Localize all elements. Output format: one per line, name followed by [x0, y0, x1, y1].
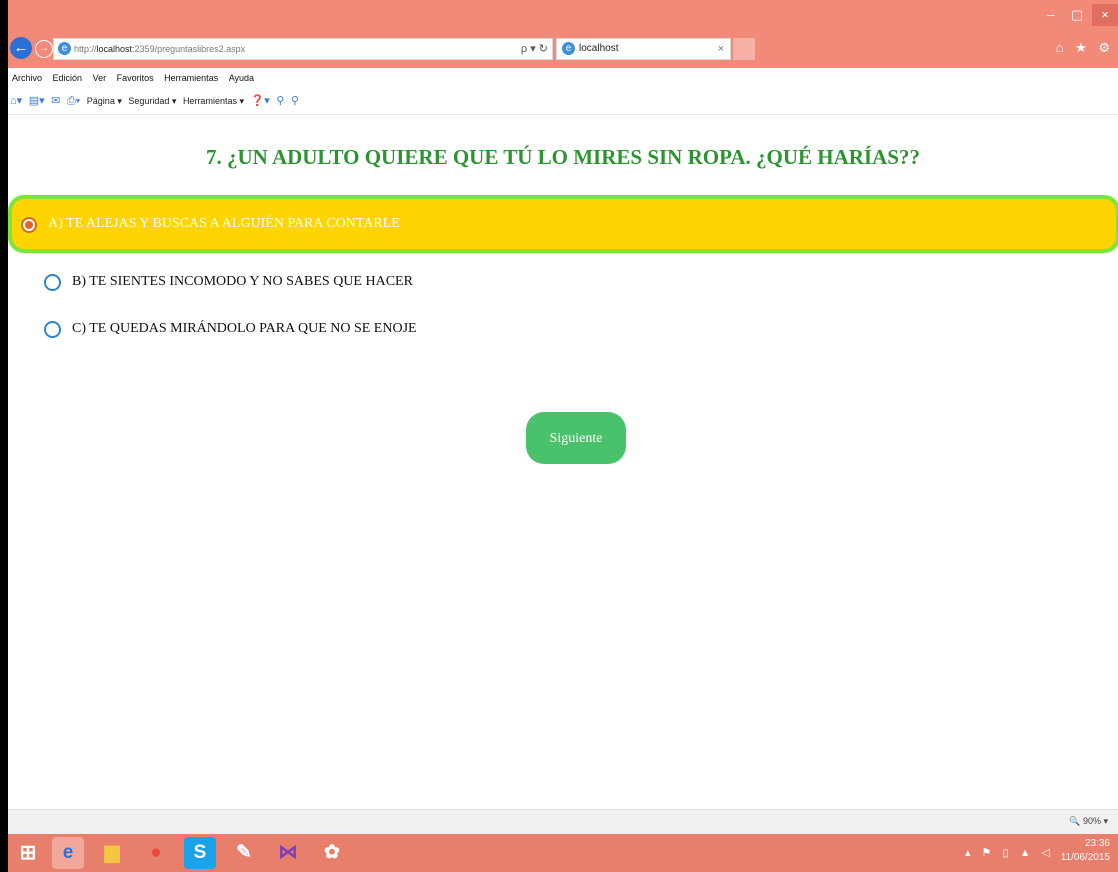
research-icon[interactable]: ⚲	[276, 88, 284, 114]
taskbar: ⊞ e ▆ ● S ✎ ⋈ ✿ ▴ ⚑ ▯ ▲ ◁ 23:36 11/06/20…	[8, 834, 1118, 872]
herramientas-menu[interactable]: Herramientas ▾	[183, 88, 244, 114]
status-bar: 🔍 90% ▾	[8, 809, 1118, 834]
command-bar: ⌂▾ ▤▾ ✉ ⎙▾ Página ▾ Seguridad ▾ Herramie…	[8, 88, 1118, 115]
back-arrow-icon[interactable]: ←	[10, 37, 32, 59]
paint-icon[interactable]: ✿	[316, 837, 348, 869]
visual-studio-icon[interactable]: ⋈	[272, 837, 304, 869]
menu-ver[interactable]: Ver	[93, 68, 107, 88]
next-button[interactable]: Siguiente	[526, 412, 626, 464]
mail-icon[interactable]: ✉	[51, 88, 60, 114]
title-bar: – ▢ × ← → e http://localhost:2359/pregun…	[8, 0, 1118, 68]
chrome-icon[interactable]: ●	[140, 837, 172, 869]
clock[interactable]: 23:36 11/06/2015	[1061, 837, 1110, 865]
address-prefix: http://	[74, 44, 97, 54]
new-tab-button[interactable]	[733, 38, 755, 60]
radio-icon[interactable]	[44, 321, 61, 338]
feeds-icon[interactable]: ▤▾	[29, 88, 45, 114]
file-explorer-icon[interactable]: ▆	[96, 837, 128, 869]
home-icon[interactable]: ⌂▾	[10, 88, 22, 114]
option-label[interactable]: C) TE QUEDAS MIRÁNDOLO PARA QUE NO SE EN…	[72, 321, 417, 337]
browser-window: – ▢ × ← → e http://localhost:2359/pregun…	[8, 0, 1118, 872]
option-label[interactable]: B) TE SIENTES INCOMODO Y NO SABES QUE HA…	[72, 274, 413, 290]
tool-icon[interactable]: ✎	[228, 837, 260, 869]
print-icon[interactable]: ⎙▾	[67, 88, 80, 114]
forward-arrow-icon[interactable]: →	[35, 40, 53, 58]
clock-date: 11/06/2015	[1060, 852, 1110, 863]
window-controls: – ▢ ×	[1040, 4, 1118, 26]
start-windows-icon[interactable]: ⊞	[12, 837, 44, 869]
help-icon[interactable]: ❓▾	[251, 88, 270, 114]
menu-archivo[interactable]: Archivo	[12, 68, 42, 88]
radio-icon[interactable]	[44, 274, 61, 291]
restore-button[interactable]: ▢	[1066, 4, 1088, 26]
close-button[interactable]: ×	[1092, 4, 1118, 26]
question-title: 7. ¿UN ADULTO QUIERE QUE TÚ LO MIRES SIN…	[206, 145, 920, 169]
option-a[interactable]: A) TE ALEJAS Y BUSCAS A ALGUIÉN PARA CON…	[8, 195, 1118, 253]
menu-herramientas[interactable]: Herramientas	[164, 68, 218, 88]
address-path: :2359/preguntaslibres2.aspx	[132, 44, 246, 54]
menu-bar: Archivo Edición Ver Favoritos Herramient…	[8, 68, 1118, 88]
option-label[interactable]: A) TE ALEJAS Y BUSCAS A ALGUIÉN PARA CON…	[48, 216, 400, 232]
ie-favicon-icon: e	[58, 42, 71, 55]
menu-ayuda[interactable]: Ayuda	[229, 68, 254, 88]
clock-time: 23:36	[1084, 838, 1110, 849]
tray-icons[interactable]: ▴ ⚑ ▯ ▲ ◁	[965, 846, 1054, 859]
search-refresh-icons[interactable]: ρ ▾ ↻	[521, 39, 548, 59]
radio-selected-icon[interactable]	[21, 217, 37, 233]
tab-title: localhost	[579, 43, 619, 54]
home-favorites-settings-icons[interactable]: ⌂ ★ ⚙	[1056, 40, 1114, 56]
pagina-menu[interactable]: Página ▾	[87, 88, 122, 114]
seguridad-menu[interactable]: Seguridad ▾	[128, 88, 176, 114]
address-host: localhost	[96, 44, 133, 54]
menu-favoritos[interactable]: Favoritos	[117, 68, 154, 88]
ie-favicon-icon: e	[562, 42, 575, 55]
menu-edicion[interactable]: Edición	[53, 68, 83, 88]
ie-taskbar-icon[interactable]: e	[52, 837, 84, 869]
minimize-button[interactable]: –	[1040, 4, 1062, 26]
tab-localhost[interactable]: e localhost ×	[556, 38, 731, 60]
tab-close-icon[interactable]: ×	[718, 39, 724, 59]
page-content: 7. ¿UN ADULTO QUIERE QUE TÚ LO MIRES SIN…	[8, 115, 1118, 809]
skype-icon[interactable]: S	[184, 837, 216, 869]
translate-icon[interactable]: ⚲	[291, 88, 299, 114]
address-bar[interactable]: e http://localhost:2359/preguntaslibres2…	[53, 38, 553, 60]
zoom-level[interactable]: 🔍 90% ▾	[1069, 816, 1108, 827]
